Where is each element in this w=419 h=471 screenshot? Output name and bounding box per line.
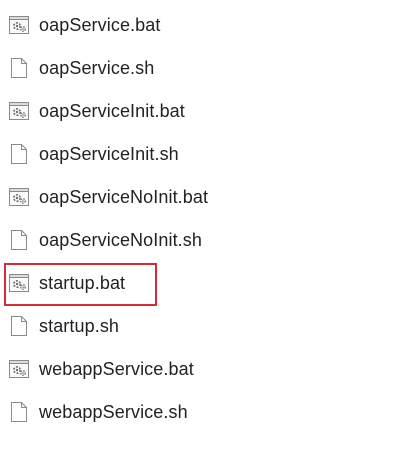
- file-name: oapServiceNoInit.sh: [39, 230, 202, 250]
- batch-file-icon: [8, 358, 30, 380]
- batch-file-icon: [8, 272, 30, 294]
- file-list: oapService.bat oapService.sh oapServiceI…: [0, 0, 419, 471]
- batch-file-icon: [8, 100, 30, 122]
- blank-file-icon: [8, 315, 30, 337]
- blank-file-icon: [8, 57, 30, 79]
- file-name: oapService.bat: [39, 15, 161, 35]
- file-name: startup.bat: [39, 273, 126, 293]
- file-item-startup-bat[interactable]: startup.bat: [8, 267, 328, 299]
- file-name: oapService.sh: [39, 58, 155, 78]
- file-item-oapserviceinit-sh[interactable]: oapServiceInit.sh: [8, 138, 328, 170]
- file-name: oapServiceNoInit.bat: [39, 187, 209, 207]
- file-item-startup-sh[interactable]: startup.sh: [8, 310, 328, 342]
- blank-file-icon: [8, 229, 30, 251]
- file-item-oapservicenoinit-sh[interactable]: oapServiceNoInit.sh: [8, 224, 328, 256]
- file-name: oapServiceInit.sh: [39, 144, 179, 164]
- file-name: startup.sh: [39, 316, 120, 336]
- batch-file-icon: [8, 186, 30, 208]
- blank-file-icon: [8, 401, 30, 423]
- batch-file-icon: [8, 14, 30, 36]
- file-item-oapservice-bat[interactable]: oapService.bat: [8, 9, 328, 41]
- file-item-oapservicenoinit-bat[interactable]: oapServiceNoInit.bat: [8, 181, 328, 213]
- blank-file-icon: [8, 143, 30, 165]
- file-item-oapservice-sh[interactable]: oapService.sh: [8, 52, 328, 84]
- file-name: webappService.bat: [39, 359, 194, 379]
- file-name: oapServiceInit.bat: [39, 101, 185, 121]
- file-item-oapserviceinit-bat[interactable]: oapServiceInit.bat: [8, 95, 328, 127]
- file-name: webappService.sh: [39, 402, 188, 422]
- file-item-webappservice-sh[interactable]: webappService.sh: [8, 396, 328, 428]
- file-item-webappservice-bat[interactable]: webappService.bat: [8, 353, 328, 385]
